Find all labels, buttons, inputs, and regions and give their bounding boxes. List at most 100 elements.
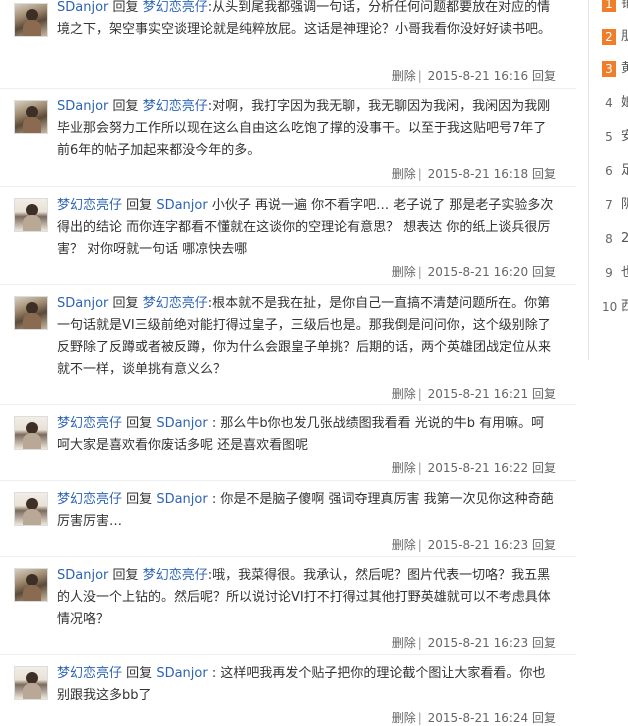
reply-thread: SDanjor 回复 梦幻恋亮仔:从头到尾我都强调一句话，分析任何问题都要放在对… <box>0 0 588 726</box>
delete-link[interactable]: 删除 <box>392 265 416 279</box>
target-user-link[interactable]: 梦幻恋亮仔 <box>143 99 208 114</box>
delete-link[interactable]: 删除 <box>392 711 416 725</box>
target-user-link[interactable]: 梦幻恋亮仔 <box>143 568 208 583</box>
reply-item: 梦幻恋亮仔 回复 SDanjor 小伙子 再说一遍 你不看字吧… 老子说了 那是… <box>0 195 588 285</box>
delete-link[interactable]: 删除 <box>392 387 416 401</box>
author-link[interactable]: 梦幻恋亮仔 <box>57 416 122 431</box>
delete-link[interactable]: 删除 <box>392 538 416 552</box>
rank-title[interactable]: 西 <box>621 299 628 315</box>
avatar[interactable] <box>14 492 48 526</box>
author-link[interactable]: SDanjor <box>57 0 108 15</box>
rank-item[interactable]: 2朋 <box>589 29 628 47</box>
avatar[interactable] <box>14 100 48 134</box>
reply-meta: 删除 | 2015-8-21 16:23 回复 <box>391 538 556 552</box>
avatar[interactable] <box>14 416 48 450</box>
author-link[interactable]: 梦幻恋亮仔 <box>57 666 122 681</box>
reply-word: 回复 <box>126 416 153 431</box>
delete-link[interactable]: 删除 <box>392 69 416 83</box>
avatar[interactable] <box>14 3 48 37</box>
delete-link[interactable]: 删除 <box>392 461 416 475</box>
divider <box>0 284 576 285</box>
reply-item: 梦幻恋亮仔 回复 SDanjor : 那么牛b你也发几张战绩图我看看 光说的牛b… <box>0 413 588 481</box>
reply-text: SDanjor 回复 梦幻恋亮仔:根本就不是我在扯，是你自己一直搞不清楚问题所在… <box>57 293 557 381</box>
reply-link[interactable]: 回复 <box>532 636 556 650</box>
rank-number: 6 <box>605 164 613 178</box>
rank-title[interactable]: 足 <box>621 163 628 179</box>
rank-item[interactable]: 7阴 <box>589 197 628 215</box>
reply-word: 回复 <box>126 198 153 213</box>
rank-number: 4 <box>605 96 613 110</box>
rank-number: 9 <box>605 266 613 280</box>
rank-title[interactable]: 阴 <box>621 197 628 213</box>
rank-number: 3 <box>602 61 616 77</box>
target-user-link[interactable]: SDanjor <box>156 416 207 431</box>
reply-meta: 删除 | 2015-8-21 16:21 回复 <box>391 387 556 401</box>
reply-link[interactable]: 回复 <box>532 387 556 401</box>
avatar[interactable] <box>14 666 48 700</box>
hot-topic-list: 1铺 2朋 3黄 4娘 5安 6足 7阴 82 9也 10 西 <box>589 0 628 330</box>
author-link[interactable]: SDanjor <box>57 568 108 583</box>
divider <box>0 480 576 481</box>
timestamp: 2015-8-21 16:23 <box>427 636 529 650</box>
timestamp: 2015-8-21 16:18 <box>427 167 529 181</box>
reply-item: SDanjor 回复 梦幻恋亮仔:哦，我菜得很。我承认，然后呢？图片代表一切咯？… <box>0 565 588 655</box>
rank-title[interactable]: 铺 <box>621 0 628 12</box>
reply-item: 梦幻恋亮仔 回复 SDanjor : 你是不是脑子傻啊 强词夺理真厉害 我第一次… <box>0 489 588 557</box>
reply-meta: 删除 | 2015-8-21 16:23 回复 <box>391 636 556 650</box>
target-user-link[interactable]: SDanjor <box>156 666 207 681</box>
target-user-link[interactable]: 梦幻恋亮仔 <box>143 296 208 311</box>
author-link[interactable]: 梦幻恋亮仔 <box>57 492 122 507</box>
author-link[interactable]: SDanjor <box>57 296 108 311</box>
target-user-link[interactable]: 梦幻恋亮仔 <box>143 0 208 15</box>
rank-number: 8 <box>605 232 613 246</box>
rank-number: 2 <box>602 29 616 45</box>
rank-item[interactable]: 82 <box>589 231 628 249</box>
reply-link[interactable]: 回复 <box>532 69 556 83</box>
avatar[interactable] <box>14 198 48 232</box>
avatar[interactable] <box>14 568 48 602</box>
rank-item[interactable]: 9也 <box>589 265 628 283</box>
target-user-link[interactable]: SDanjor <box>156 198 207 213</box>
rank-item[interactable]: 10 西 <box>589 299 628 317</box>
reply-text: 梦幻恋亮仔 回复 SDanjor : 你是不是脑子傻啊 强词夺理真厉害 我第一次… <box>57 489 557 533</box>
rank-title[interactable]: 也 <box>621 265 628 281</box>
reply-link[interactable]: 回复 <box>532 711 556 725</box>
reply-link[interactable]: 回复 <box>532 461 556 475</box>
divider <box>0 654 576 655</box>
avatar[interactable] <box>14 296 48 330</box>
rank-title[interactable]: 安 <box>621 129 628 145</box>
reply-word: 回复 <box>126 666 153 681</box>
reply-word: 回复 <box>112 296 139 311</box>
reply-meta: 删除 | 2015-8-21 16:24 回复 <box>391 711 556 725</box>
reply-text: SDanjor 回复 梦幻恋亮仔:哦，我菜得很。我承认，然后呢？图片代表一切咯？… <box>57 565 557 631</box>
rank-item[interactable]: 5安 <box>589 129 628 147</box>
rank-title[interactable]: 2 <box>621 231 628 247</box>
reply-link[interactable]: 回复 <box>532 167 556 181</box>
reply-item: SDanjor 回复 梦幻恋亮仔:根本就不是我在扯，是你自己一直搞不清楚问题所在… <box>0 293 588 405</box>
timestamp: 2015-8-21 16:24 <box>427 711 529 725</box>
reply-meta: 删除 | 2015-8-21 16:22 回复 <box>391 461 556 475</box>
reply-text: SDanjor 回复 梦幻恋亮仔:从头到尾我都强调一句话，分析任何问题都要放在对… <box>57 0 557 41</box>
author-link[interactable]: 梦幻恋亮仔 <box>57 198 122 213</box>
delete-link[interactable]: 删除 <box>392 167 416 181</box>
reply-meta: 删除 | 2015-8-21 16:16 回复 <box>391 69 556 83</box>
reply-link[interactable]: 回复 <box>532 538 556 552</box>
rank-title[interactable]: 黄 <box>621 61 628 77</box>
timestamp: 2015-8-21 16:23 <box>427 538 529 552</box>
rank-number: 1 <box>602 0 616 12</box>
rank-title[interactable]: 朋 <box>621 29 628 45</box>
rank-item[interactable]: 6足 <box>589 163 628 181</box>
reply-link[interactable]: 回复 <box>532 265 556 279</box>
author-link[interactable]: SDanjor <box>57 99 108 114</box>
rank-title[interactable]: 娘 <box>621 95 628 111</box>
rank-number: 5 <box>605 130 613 144</box>
rank-number: 10 <box>602 300 618 314</box>
divider <box>0 556 576 557</box>
rank-item[interactable]: 3黄 <box>589 61 628 79</box>
timestamp: 2015-8-21 16:16 <box>427 69 529 83</box>
reply-item: SDanjor 回复 梦幻恋亮仔:从头到尾我都强调一句话，分析任何问题都要放在对… <box>0 0 588 90</box>
delete-link[interactable]: 删除 <box>392 636 416 650</box>
target-user-link[interactable]: SDanjor <box>156 492 207 507</box>
rank-item[interactable]: 1铺 <box>589 0 628 14</box>
rank-item[interactable]: 4娘 <box>589 95 628 113</box>
